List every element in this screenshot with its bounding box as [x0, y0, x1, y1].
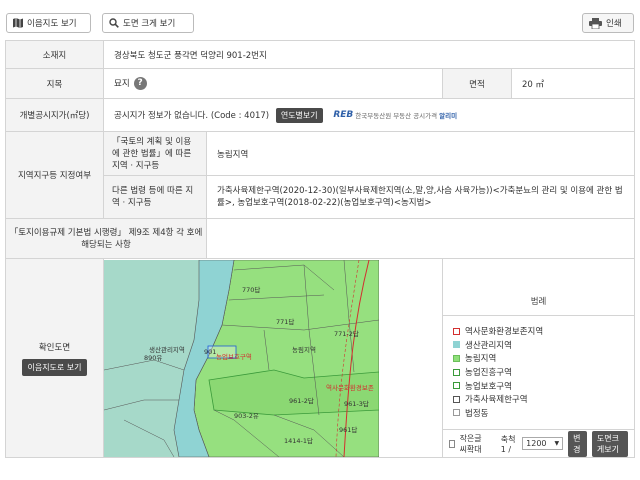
reb-link-accent: 알리미	[439, 112, 458, 120]
reb-price-link[interactable]: REB 한국부동산원 부동산 공시가격 알리미	[333, 110, 457, 120]
parcel-961-label: 961답	[339, 426, 357, 434]
large-drawing-button[interactable]: 도면크게보기	[591, 430, 629, 457]
parcel-901-label: 901	[204, 348, 216, 356]
legend-swatch	[453, 327, 460, 335]
legend-item: 농업진흥구역	[453, 365, 624, 379]
zone-law1-value: 농림지역	[205, 131, 636, 176]
scale-label: 축척 1 /	[500, 434, 516, 454]
help-icon[interactable]: ?	[133, 77, 147, 90]
print-button[interactable]: 인쇄	[582, 13, 634, 33]
chevron-down-icon: ▼	[554, 440, 560, 447]
parcel-903-2-label: 903-2유	[234, 412, 259, 420]
legend-item: 농업보호구역	[453, 379, 624, 393]
land-use-info-table: 소재지 경상북도 청도군 풍각면 덕양리 901-2번지 지목 묘지? 면적 2…	[5, 40, 636, 458]
parcel-890-label: 890유	[144, 354, 162, 362]
legend-label: 역사문화환경보존지역	[465, 327, 544, 338]
magnifier-icon	[109, 18, 119, 28]
land-type-cell: 묘지?	[103, 68, 443, 99]
legend-title: 범례	[443, 288, 635, 317]
small-text-label: 작은글씨확대	[459, 433, 482, 454]
legend-label: 농업진흥구역	[465, 368, 512, 378]
reb-logo-icon: REB	[333, 110, 354, 120]
agri-zone-label: 농업보호구역	[216, 352, 252, 361]
parcel-961-3-label: 961-3답	[344, 400, 369, 408]
view-on-eum-map-button[interactable]: 이음지도로 보기	[22, 358, 87, 376]
heritage-zone-label: 역사문화환경보존	[326, 383, 374, 392]
scale-change-button[interactable]: 변경	[568, 430, 587, 457]
area-value: 20 ㎡	[510, 68, 636, 99]
legend-list: 역사문화환경보존지역 생산관리지역 농림지역 농업진흥구역 농업보호구역 가축사…	[443, 316, 634, 427]
legend-swatch	[453, 409, 460, 417]
view-large-drawing-button[interactable]: 도면 크게 보기	[102, 13, 194, 33]
view-eum-map-label: 이음지도 보기	[27, 19, 77, 29]
agri-protection-area	[208, 369, 379, 415]
legend-item: 생산관리지역	[453, 338, 624, 352]
scale-select[interactable]: 1200 ▼	[522, 437, 564, 450]
parcel-771-2-label: 771-2답	[334, 330, 359, 338]
legend-item: 가축사육제한구역	[453, 392, 624, 406]
legend-footer: 작은글씨확대 축척 1 / 1200 ▼ 변경 도면크게보기	[443, 429, 635, 457]
parcel-961-2-label: 961-2답	[289, 397, 314, 405]
zone-law1-label: 「국토의 계획 및 이용에 관한 법률」에 따른 지역 · 지구등	[103, 131, 207, 176]
decree-value	[205, 218, 636, 259]
production-zone-label: 생산관리지역	[149, 345, 185, 354]
forest-zone-label: 농림지역	[292, 345, 316, 354]
zone-law2-label: 다른 법령 등에 따른 지역 · 지구등	[103, 175, 207, 219]
location-label: 소재지	[5, 40, 104, 69]
legend-item: 농림지역	[453, 352, 624, 366]
price-cell: 공시지가 정보가 없습니다. (Code : 4017) 연도별보기 REB 한…	[102, 98, 636, 132]
legend-swatch	[453, 368, 460, 376]
legend-swatch	[453, 354, 460, 362]
map-svg: 770답 771답 771-2답 901 생산관리지역 890유 농림지역 농업…	[104, 259, 379, 457]
land-type-value: 묘지	[114, 79, 130, 89]
confirm-drawing-cell: 확인도면 이음지도로 보기	[5, 258, 104, 458]
legend-label: 생산관리지역	[465, 340, 512, 351]
legend-label: 법정동	[465, 408, 489, 419]
legend-swatch	[453, 341, 460, 349]
parcel-771-label: 771답	[276, 318, 294, 326]
legend-panel: 범례 역사문화환경보존지역 생산관리지역 농림지역 농업진흥구역 농업보호구역 …	[441, 258, 636, 458]
legend-item: 역사문화환경보존지역	[453, 324, 624, 338]
legend-label: 농업보호구역	[465, 381, 512, 392]
area-label: 면적	[442, 68, 512, 99]
legend-swatch	[453, 395, 460, 403]
legend-label: 농림지역	[465, 354, 497, 365]
reb-name: 한국부동산원	[355, 112, 392, 120]
legend-label: 가축사육제한구역	[465, 395, 528, 406]
print-label: 인쇄	[606, 19, 622, 29]
land-map[interactable]: 770답 771답 771-2답 901 생산관리지역 890유 농림지역 농업…	[104, 259, 379, 457]
parcel-1414-1-label: 1414-1답	[284, 437, 313, 445]
year-view-button[interactable]: 연도별보기	[275, 107, 323, 123]
small-text-checkbox[interactable]	[449, 439, 455, 448]
scale-value: 1200	[526, 439, 547, 448]
map-icon	[13, 18, 23, 28]
confirm-drawing-label: 확인도면	[38, 342, 71, 353]
land-type-label: 지목	[5, 68, 104, 99]
printer-icon	[589, 17, 602, 29]
parcel-770-label: 770답	[242, 286, 260, 294]
legend-item: 법정동	[453, 406, 624, 420]
location-value: 경상북도 청도군 풍각면 덕양리 901-2번지	[102, 40, 636, 69]
zone-law2-value: 가축사육제한구역(2020-12-30)(일부사육제한지역(소,말,양,사슴 사…	[205, 175, 636, 219]
price-value: 공시지가 정보가 없습니다. (Code : 4017)	[114, 110, 270, 121]
zone-label: 지역지구등 지정여부	[5, 131, 104, 219]
price-label: 개별공시지가(㎡당)	[5, 98, 104, 132]
decree-label: 「토지이용규제 기본법 시행령」 제9조 제4항 각 호에 해당되는 사항	[5, 218, 207, 259]
map-cell: 770답 771답 771-2답 901 생산관리지역 890유 농림지역 농업…	[103, 258, 443, 458]
view-eum-map-button[interactable]: 이음지도 보기	[6, 13, 91, 33]
legend-swatch	[453, 382, 460, 390]
reb-link-text: 부동산 공시가격	[393, 112, 438, 120]
view-large-drawing-label: 도면 크게 보기	[123, 19, 176, 29]
